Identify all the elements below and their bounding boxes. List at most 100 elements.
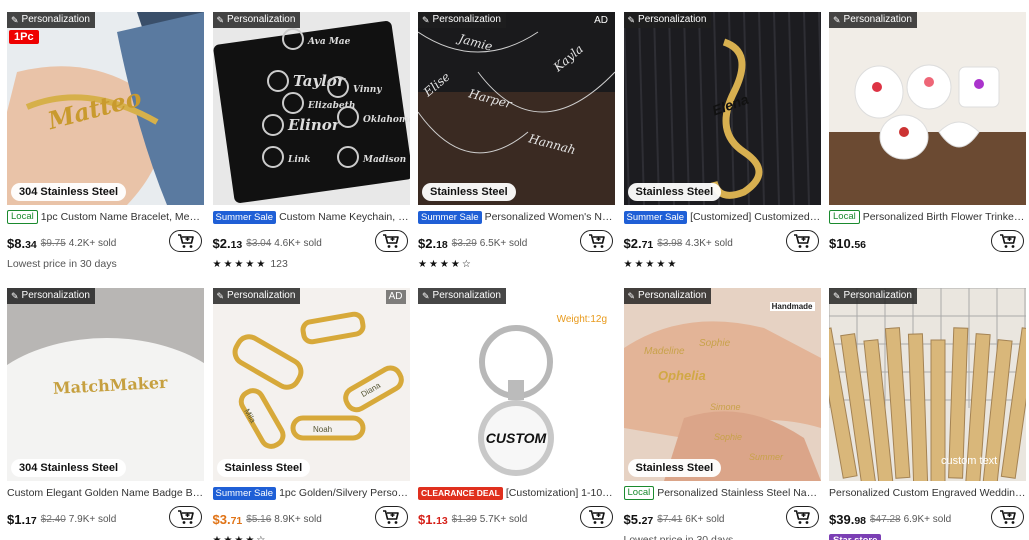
sale-price: $2.13 (212, 235, 243, 251)
personalization-tag: ✎ Personalization (623, 12, 712, 28)
add-to-cart-button[interactable] (785, 230, 819, 252)
product-card[interactable]: Madeline Sophie Ophelia Simone Sophie Su… (623, 288, 821, 540)
product-extra: ★★★★☆ (418, 257, 615, 271)
necklace-sophie-text: Sophie (699, 338, 731, 349)
add-to-cart-button[interactable] (374, 230, 408, 252)
product-title[interactable]: 1pc Custom Name Bracelet, Men's ... (41, 211, 204, 223)
sale-price: $10.56 (829, 235, 866, 251)
fan-custom-text: custom text (941, 455, 997, 467)
product-image[interactable]: MatchMaker ✎ Personalization 304 Stainles… (7, 288, 204, 481)
summer-sale-badge: Summer Sale (418, 210, 482, 224)
product-title-row[interactable]: Personalized Custom Engraved Wedding E..… (829, 486, 1026, 500)
personalization-icon: ✎ (11, 291, 19, 301)
personalization-icon: ✎ (833, 291, 841, 301)
product-image[interactable]: Ava Mae Taylor Elizabeth Elinor Link Vinny Okl… (212, 12, 410, 205)
necklace-sophie2-text: Sophie (714, 432, 742, 442)
sold-count: 4.6K+ sold (274, 237, 322, 249)
summer-sale-badge: Summer Sale (212, 486, 277, 500)
sale-price: $39.98 (829, 511, 866, 527)
original-price: $3.04 (246, 237, 272, 249)
product-title-row[interactable]: Summer Sale1pc Golden/Silvery Personaliz… (212, 486, 410, 500)
product-title-row[interactable]: CLEARANCE DEAL[Customization] 1-10pcs ..… (418, 486, 615, 500)
product-title[interactable]: Custom Elegant Golden Name Badge Broo... (7, 487, 204, 499)
price-row: $1.13 $1.39 5.7K+ sold (418, 506, 615, 530)
keychain-name-text: Elizabeth (307, 101, 355, 111)
add-to-cart-button[interactable] (991, 506, 1024, 528)
product-image[interactable]: Elena ✎ Personalization Stainless Steel (623, 12, 821, 205)
personalization-label: Personalization (432, 14, 501, 25)
keychain-name-text: Link (287, 155, 311, 165)
product-title-row[interactable]: Summer SaleCustom Name Keychain, Person.… (212, 210, 410, 224)
product-card[interactable]: Matteo ✎ Personalization 1Pc 304 Stainles… (7, 12, 204, 271)
product-title-row[interactable]: Local 1pc Custom Name Bracelet, Men's ... (7, 210, 204, 224)
product-image[interactable]: custom text ✎ Personalization (829, 288, 1026, 481)
personalization-icon: ✎ (216, 291, 225, 301)
product-card[interactable]: MatchMaker ✎ Personalization 304 Stainles… (7, 288, 204, 540)
personalization-label: Personalization (227, 290, 296, 301)
product-card[interactable]: CUSTOM ✎ Personalization Weight:12g CLEAR… (418, 288, 615, 540)
personalization-label: Personalization (227, 14, 296, 25)
product-title-row[interactable]: Summer SalePersonalized Women's Name ... (418, 210, 615, 224)
product-card[interactable]: ✎ Personalization Local Personalized Birth… (829, 12, 1026, 271)
product-image[interactable]: Noah Mila Diana ✎ Personalization AD Stai… (212, 288, 410, 481)
product-title-row[interactable]: Custom Elegant Golden Name Badge Broo... (7, 486, 204, 500)
product-card[interactable]: custom text ✎ Personalization Personalize… (829, 288, 1026, 540)
personalization-label: Personalization (638, 290, 707, 301)
product-extra: Star store (829, 533, 1026, 540)
necklace-summer-text: Summer (749, 452, 784, 462)
add-to-cart-button[interactable] (785, 506, 819, 528)
product-title[interactable]: [Customized] Customized Na... (690, 211, 820, 223)
product-image[interactable]: CUSTOM ✎ Personalization Weight:12g (418, 288, 615, 481)
product-photo: MatchMaker (7, 288, 204, 481)
product-title[interactable]: Personalized Stainless Steel Name ... (657, 487, 820, 499)
product-title-row[interactable]: Local Personalized Stainless Steel Name .… (623, 486, 821, 500)
personalization-tag: ✎ Personalization (829, 288, 917, 304)
product-title[interactable]: Personalized Custom Engraved Wedding E..… (829, 487, 1026, 499)
material-pill: Stainless Steel (422, 183, 516, 201)
personalization-label: Personalization (21, 14, 90, 25)
personalization-label: Personalization (843, 290, 912, 301)
add-to-cart-button[interactable] (169, 506, 202, 528)
keychain-name-text: Elinor (287, 116, 341, 134)
product-card[interactable]: Elena ✎ Personalization Stainless Steel S… (623, 12, 821, 271)
add-to-cart-button[interactable] (169, 230, 202, 252)
product-card[interactable]: Noah Mila Diana ✎ Personalization AD Stai… (212, 288, 410, 540)
sold-count: 6.9K+ sold (903, 513, 952, 525)
personalization-tag: ✎ Personalization (212, 288, 301, 304)
keychain-name-text: Vinny (353, 85, 382, 95)
sale-price: $5.27 (623, 511, 654, 527)
add-to-cart-button[interactable] (580, 230, 613, 252)
product-title[interactable]: Personalized Birth Flower Trinket Di... (863, 211, 1026, 223)
add-to-cart-button[interactable] (374, 506, 408, 528)
add-to-cart-button[interactable] (991, 230, 1024, 252)
product-extra (7, 533, 204, 540)
product-image[interactable]: Matteo ✎ Personalization 1Pc 304 Stainles… (7, 12, 204, 205)
add-to-cart-button[interactable] (580, 506, 613, 528)
original-price: $3.29 (451, 237, 477, 249)
product-title-row[interactable]: Local Personalized Birth Flower Trinket D… (829, 210, 1026, 224)
product-photo: Madeline Sophie Ophelia Simone Sophie Su… (623, 288, 821, 481)
sold-count: 5.7K+ sold (479, 513, 528, 525)
personalization-icon: ✎ (627, 291, 636, 301)
product-title[interactable]: [Customization] 1-10pcs ... (506, 487, 615, 499)
product-image[interactable]: ✎ Personalization (829, 12, 1026, 205)
product-title[interactable]: Custom Name Keychain, Person... (279, 211, 409, 223)
product-title[interactable]: 1pc Golden/Silvery Personaliz... (279, 487, 409, 499)
sold-count: 8.9K+ sold (274, 513, 322, 525)
product-card[interactable]: Ava Mae Taylor Elizabeth Elinor Link Vinny Okl… (212, 12, 410, 271)
product-card[interactable]: Jamie Elise Harper Kayla Hannah ✎ Personaliza… (418, 12, 615, 271)
product-title-row[interactable]: Summer Sale [Customized] Customized Na... (623, 210, 821, 224)
sold-count: 6K+ sold (685, 513, 725, 525)
product-title[interactable]: Personalized Women's Name ... (485, 211, 615, 223)
product-image[interactable]: Jamie Elise Harper Kayla Hannah ✎ Personaliza… (418, 12, 615, 205)
product-image[interactable]: Madeline Sophie Ophelia Simone Sophie Su… (623, 288, 821, 481)
sale-price: $2.18 (418, 235, 448, 251)
personalization-tag: ✎ Personalization (623, 288, 712, 304)
cart-icon (999, 509, 1017, 525)
weight-label: Weight:12g (556, 314, 607, 325)
cart-icon (999, 233, 1017, 249)
material-pill: 304 Stainless Steel (11, 459, 127, 477)
sold-count: 7.9K+ sold (68, 513, 117, 525)
clearance-deal-badge: CLEARANCE DEAL (418, 486, 503, 500)
rating-stars: ★★★★★ (623, 258, 679, 270)
